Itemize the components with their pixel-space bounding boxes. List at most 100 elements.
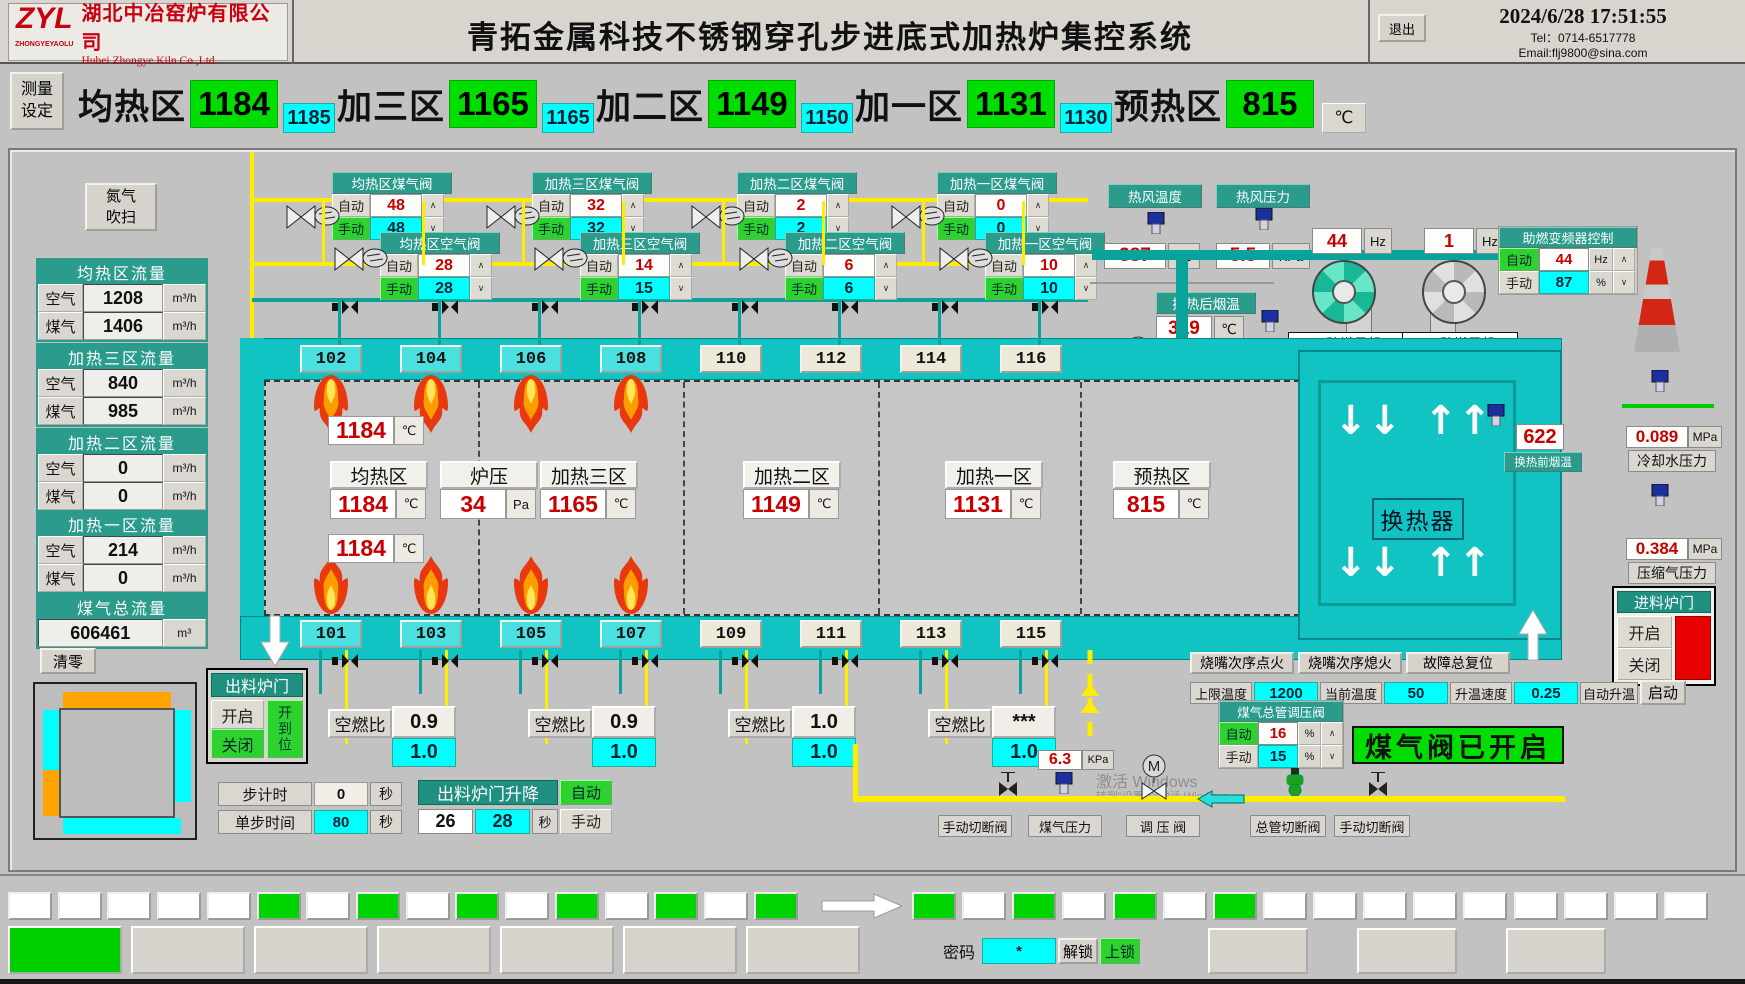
post-exchange-temp-label: 换热后烟温 bbox=[1156, 292, 1256, 314]
ratio-setpoint[interactable]: 1.0 bbox=[592, 738, 656, 767]
flow-unit: m³/h bbox=[163, 312, 206, 340]
manual-mode-button[interactable]: 手动 bbox=[785, 277, 823, 300]
chevron-down-icon[interactable]: ∨ bbox=[1613, 271, 1635, 294]
zone-setpoint[interactable]: 1130 bbox=[1060, 103, 1112, 133]
zone-display-unit: ℃ bbox=[1011, 489, 1041, 519]
burner-number[interactable]: 102 bbox=[300, 345, 362, 373]
divider bbox=[0, 874, 1745, 876]
burner-number[interactable]: 101 bbox=[300, 620, 362, 648]
zone-setpoint[interactable]: 1150 bbox=[801, 103, 853, 133]
lift-manual-button[interactable]: 手动 bbox=[560, 809, 612, 834]
chevron-up-icon[interactable]: ∧ bbox=[1027, 194, 1049, 217]
burner-number[interactable]: 115 bbox=[1000, 620, 1062, 648]
nav-button[interactable] bbox=[500, 926, 614, 974]
zone-name: 均热区 bbox=[78, 79, 186, 130]
feed-close-button[interactable]: 关闭 bbox=[1617, 648, 1672, 680]
chevron-up-icon[interactable]: ∧ bbox=[1613, 248, 1635, 271]
burner-number[interactable]: 106 bbox=[500, 345, 562, 373]
nav-button[interactable] bbox=[746, 926, 860, 974]
burner-number[interactable]: 105 bbox=[500, 620, 562, 648]
chevron-down-icon[interactable]: ∨ bbox=[470, 277, 492, 300]
manual-opening-setpoint[interactable]: 6 bbox=[823, 277, 875, 300]
manual-mode-button[interactable]: 手动 bbox=[580, 277, 618, 300]
chevron-down-icon[interactable]: ∨ bbox=[1075, 277, 1097, 300]
heat-rate-label: 升温速度 bbox=[1450, 682, 1512, 704]
zone-setpoint[interactable]: 1185 bbox=[283, 103, 335, 133]
burner-status-indicator bbox=[406, 892, 450, 920]
measure-setting-button[interactable]: 测量设定 bbox=[10, 72, 64, 130]
nitrogen-purge-button[interactable]: 氮气吹扫 bbox=[85, 183, 157, 231]
burner-status-indicator bbox=[58, 892, 102, 920]
chevron-up-icon[interactable]: ∧ bbox=[470, 254, 492, 277]
password-input[interactable]: * bbox=[982, 938, 1056, 964]
chevron-up-icon[interactable]: ∧ bbox=[875, 254, 897, 277]
exit-button[interactable]: 退出 bbox=[1378, 14, 1426, 42]
alarm-button[interactable] bbox=[1506, 928, 1606, 974]
zone-pv-value: 1184 bbox=[190, 80, 278, 128]
lock-button[interactable]: 上锁 bbox=[1100, 938, 1140, 964]
chevron-down-icon[interactable]: ∨ bbox=[670, 277, 692, 300]
chevron-up-icon[interactable]: ∧ bbox=[827, 194, 849, 217]
feed-open-button[interactable]: 开启 bbox=[1617, 616, 1672, 648]
manual-opening-setpoint[interactable]: 10 bbox=[1023, 277, 1075, 300]
chevron-up-icon[interactable]: ∧ bbox=[1321, 722, 1343, 745]
manual-mode-button[interactable]: 手动 bbox=[1219, 745, 1258, 768]
manual-opening-setpoint[interactable]: 28 bbox=[418, 277, 470, 300]
pressure-sensor-icon bbox=[1254, 208, 1274, 230]
burner-number[interactable]: 108 bbox=[600, 345, 662, 373]
burner-number[interactable]: 116 bbox=[1000, 345, 1062, 373]
ratio-setpoint[interactable]: 1.0 bbox=[392, 738, 456, 767]
burner-number[interactable]: 114 bbox=[900, 345, 962, 373]
discharge-close-button[interactable]: 关闭 bbox=[211, 729, 264, 758]
valve-panel-title: 加热三区空气阀 bbox=[580, 232, 700, 254]
step-time-setpoint[interactable]: 80 bbox=[314, 810, 368, 834]
burner-number[interactable]: 109 bbox=[700, 620, 762, 648]
auto-heatup-label: 自动升温 bbox=[1580, 682, 1638, 704]
zone-setpoint[interactable]: 1165 bbox=[542, 103, 594, 133]
burner-number[interactable]: 113 bbox=[900, 620, 962, 648]
burner-status-indicator bbox=[1163, 892, 1207, 920]
lift-auto-button[interactable]: 自动 bbox=[560, 780, 612, 805]
burner-status-indicator bbox=[1213, 892, 1257, 920]
manual-mode-button[interactable]: 手动 bbox=[380, 277, 418, 300]
reset-total-button[interactable]: 清零 bbox=[40, 648, 96, 674]
alarm-button[interactable] bbox=[1208, 928, 1308, 974]
chevron-up-icon[interactable]: ∧ bbox=[670, 254, 692, 277]
ratio-setpoint[interactable]: 1.0 bbox=[792, 738, 856, 767]
auto-mode-button[interactable]: 自动 bbox=[1499, 248, 1539, 271]
air-supply-pipe bbox=[1176, 258, 1188, 342]
gas-main-manual-setpoint[interactable]: 15 bbox=[1258, 745, 1297, 768]
burner-sequence-extinguish-button[interactable]: 烧嘴次序熄火 bbox=[1298, 652, 1402, 674]
fault-reset-button[interactable]: 故障总复位 bbox=[1406, 652, 1510, 674]
chevron-down-icon[interactable]: ∨ bbox=[875, 277, 897, 300]
auto-mode-button[interactable]: 自动 bbox=[1219, 722, 1258, 745]
flow-unit: m³/h bbox=[163, 397, 206, 425]
discharge-open-button[interactable]: 开启 bbox=[211, 700, 264, 729]
nav-button[interactable] bbox=[8, 926, 122, 974]
nav-button[interactable] bbox=[623, 926, 737, 974]
nav-button[interactable] bbox=[254, 926, 368, 974]
start-button[interactable]: 启动 bbox=[1640, 680, 1686, 705]
ratio-label: 空燃比 bbox=[328, 709, 392, 738]
burner-number[interactable]: 111 bbox=[800, 620, 862, 648]
manual-opening-setpoint[interactable]: 15 bbox=[618, 277, 670, 300]
burner-number[interactable]: 104 bbox=[400, 345, 462, 373]
manual-mode-button[interactable]: 手动 bbox=[1499, 271, 1539, 294]
burner-sequence-ignite-button[interactable]: 烧嘴次序点火 bbox=[1190, 652, 1294, 674]
unlock-button[interactable]: 解锁 bbox=[1058, 938, 1098, 964]
burner-number[interactable]: 112 bbox=[800, 345, 862, 373]
ratio-label: 空燃比 bbox=[528, 709, 592, 738]
gas-pressure-sensor-icon bbox=[1054, 772, 1074, 794]
blower-manual-setpoint[interactable]: 87 bbox=[1539, 271, 1589, 294]
burner-number[interactable]: 107 bbox=[600, 620, 662, 648]
lift-time2-setpoint[interactable]: 28 bbox=[475, 809, 530, 834]
alarm-button[interactable] bbox=[1357, 928, 1457, 974]
burner-number[interactable]: 110 bbox=[700, 345, 762, 373]
manual-mode-button[interactable]: 手动 bbox=[985, 277, 1023, 300]
nav-button[interactable] bbox=[377, 926, 491, 974]
discharge-lift-title: 出料炉门升降 bbox=[418, 780, 558, 805]
nav-button[interactable] bbox=[131, 926, 245, 974]
chevron-down-icon[interactable]: ∨ bbox=[1321, 745, 1343, 768]
burner-number[interactable]: 103 bbox=[400, 620, 462, 648]
heat-rate-setpoint[interactable]: 0.25 bbox=[1514, 682, 1578, 704]
